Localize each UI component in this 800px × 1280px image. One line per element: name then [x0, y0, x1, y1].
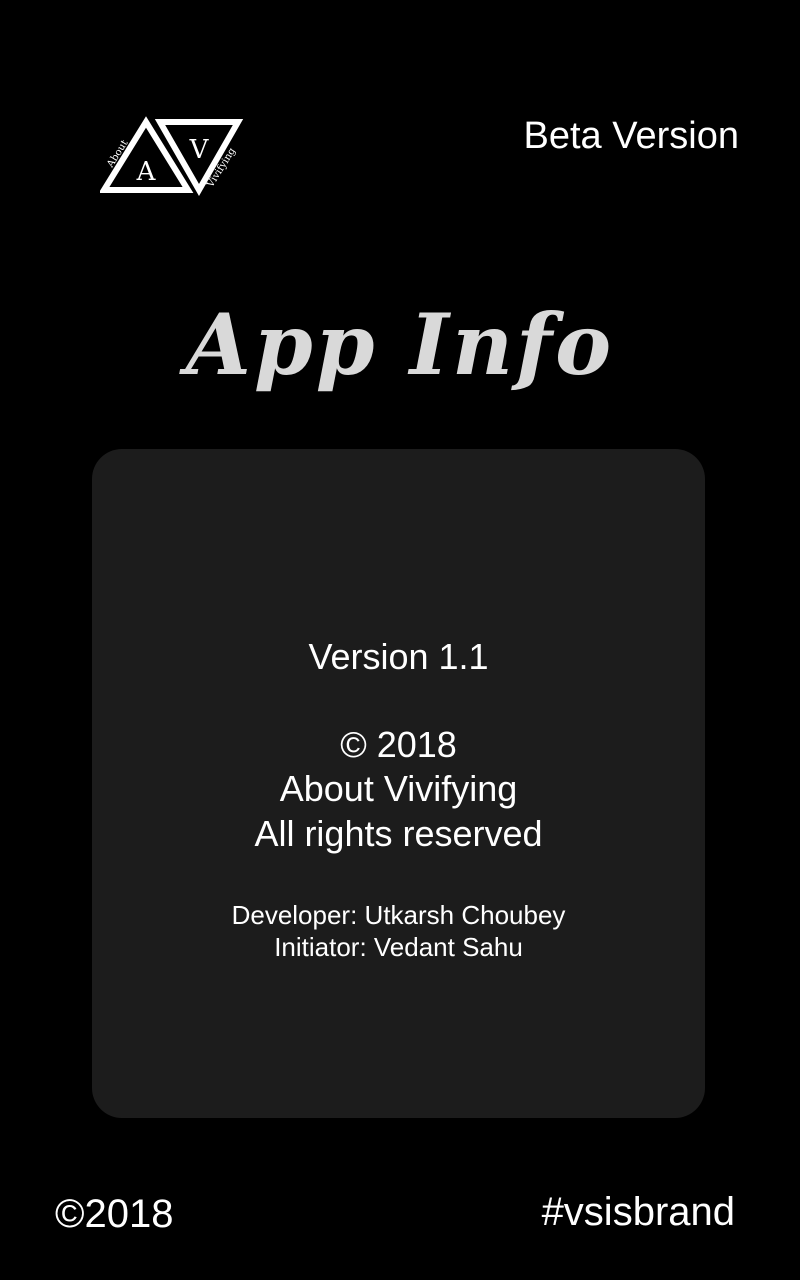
logo-triangles-icon: A V About Vivifying	[100, 116, 244, 196]
developer-credit: Developer: Utkarsh Choubey	[231, 900, 566, 930]
beta-version-label: Beta Version	[523, 115, 739, 157]
app-logo: A V About Vivifying	[100, 114, 248, 196]
initiator-credit: Initiator: Vedant Sahu	[274, 932, 523, 962]
app-info-card: Version 1.1 © 2018 About Vivifying All r…	[92, 449, 705, 1118]
copyright-year-text: © 2018	[340, 724, 457, 765]
page-title: App Info	[185, 295, 615, 394]
footer-hashtag: #vsisbrand	[541, 1190, 735, 1234]
rights-text: All rights reserved	[254, 813, 543, 854]
logo-left-letter: A	[136, 157, 157, 187]
footer-copyright: ©2018	[55, 1192, 174, 1236]
company-name-text: About Vivifying	[279, 768, 518, 809]
version-text: Version 1.1	[308, 636, 489, 677]
logo-right-letter: V	[189, 135, 210, 165]
